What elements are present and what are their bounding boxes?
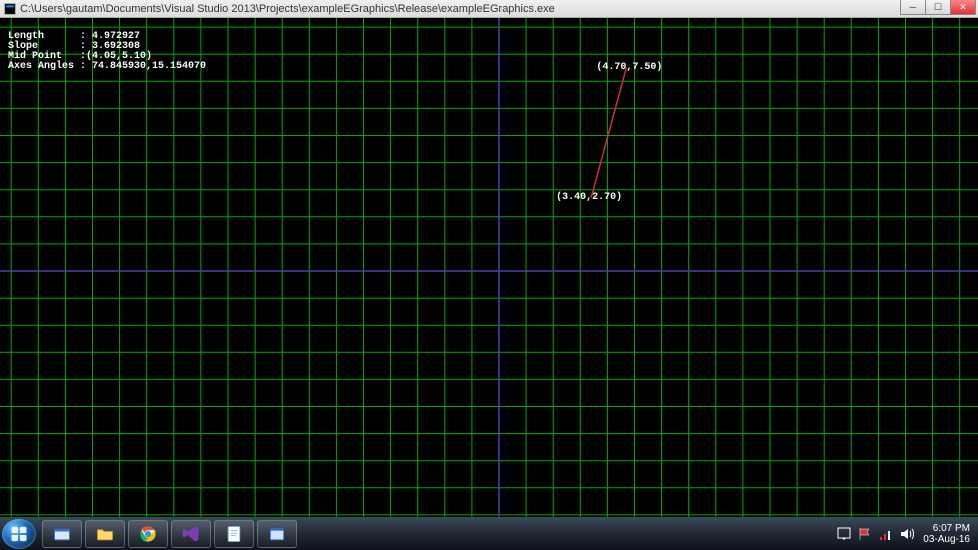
close-button[interactable]: ✕ [950, 0, 976, 15]
hud-overlay: Length : 4.972927 Slope : 3.692308 Mid P… [8, 22, 206, 82]
taskbar-clock[interactable]: 6:07 PM 03-Aug-16 [923, 523, 970, 545]
network-icon[interactable] [878, 526, 894, 542]
point-label-end: (4.70,7.50) [596, 62, 662, 73]
volume-icon[interactable] [899, 526, 915, 542]
titlebar: C:\Users\gautam\Documents\Visual Studio … [0, 0, 978, 18]
point-label-start: (3.40,2.70) [556, 192, 622, 203]
flag-icon[interactable] [857, 526, 873, 542]
taskbar-item-app[interactable] [257, 520, 297, 548]
start-button[interactable] [2, 519, 36, 549]
maximize-button[interactable]: ☐ [925, 0, 951, 15]
taskbar-item-explorer[interactable] [42, 520, 82, 548]
graphics-canvas: Length : 4.972927 Slope : 3.692308 Mid P… [0, 18, 978, 517]
action-center-icon[interactable] [836, 526, 852, 542]
plot-svg [0, 18, 978, 517]
minimize-button[interactable]: ─ [900, 0, 926, 15]
taskbar-item-chrome[interactable] [128, 520, 168, 548]
explorer-icon [52, 524, 72, 544]
app-window-icon [267, 524, 287, 544]
taskbar-item-folder[interactable] [85, 520, 125, 548]
visual-studio-icon [181, 524, 201, 544]
taskbar: 6:07 PM 03-Aug-16 [0, 517, 978, 550]
taskbar-item-visualstudio[interactable] [171, 520, 211, 548]
system-tray: 6:07 PM 03-Aug-16 [831, 523, 976, 545]
clock-date: 03-Aug-16 [923, 534, 970, 545]
notepad-icon [224, 524, 244, 544]
hud-axes-label: Axes Angles : [8, 61, 86, 72]
hud-axes-value: 74.845930,15.154070 [86, 61, 206, 72]
window-controls: ─ ☐ ✕ [901, 0, 976, 15]
taskbar-item-notepad[interactable] [214, 520, 254, 548]
chrome-icon [138, 524, 158, 544]
app-icon [4, 3, 16, 15]
clock-time: 6:07 PM [923, 523, 970, 534]
folder-icon [95, 524, 115, 544]
window-title: C:\Users\gautam\Documents\Visual Studio … [20, 3, 555, 15]
windows-logo-icon [9, 524, 29, 544]
